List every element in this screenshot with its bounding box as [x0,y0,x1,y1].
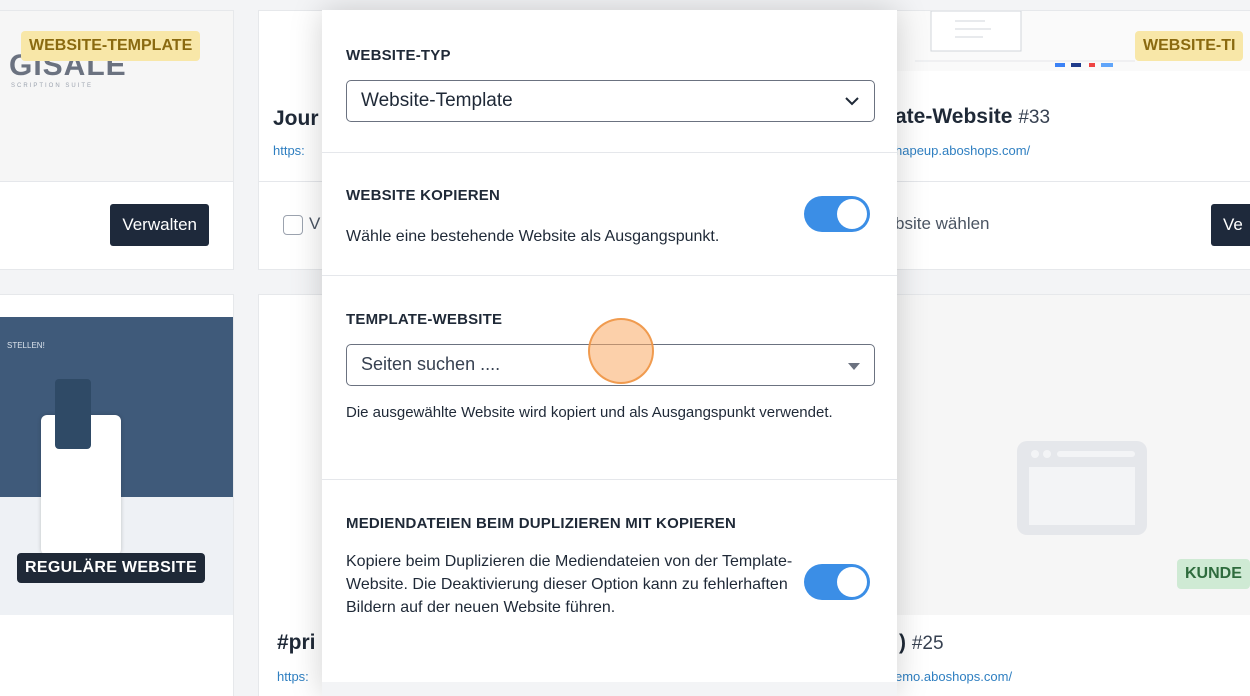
website-type-section: WEBSITE-TYP Website-Template [322,10,897,153]
copy-website-toggle[interactable] [804,196,870,232]
toggle-knob [837,199,867,229]
template-website-placeholder: Seiten suchen .... [361,354,501,374]
website-type-select[interactable]: Website-Template [346,80,875,122]
chevron-down-icon [845,97,859,106]
website-type-selected: Website-Template [361,90,513,111]
copy-media-description: Kopiere beim Duplizieren die Mediendatei… [346,553,793,616]
copy-website-section: WEBSITE KOPIEREN Wähle eine bestehende W… [322,153,897,276]
copy-media-section: MEDIENDATEIEN BEIM DUPLIZIEREN MIT KOPIE… [322,480,897,682]
copy-website-label: WEBSITE KOPIEREN [346,187,501,204]
caret-down-icon [848,363,860,370]
template-website-label: TEMPLATE-WEBSITE [346,311,503,328]
modal-footer [322,682,897,696]
page: GISALE SCRIPTION SUITE WEBSITE-TEMPLATE … [0,0,1250,696]
copy-media-toggle[interactable] [804,564,870,600]
click-indicator [588,318,654,384]
copy-media-label: MEDIENDATEIEN BEIM DUPLIZIEREN MIT KOPIE… [346,515,737,532]
copy-website-description: Wähle eine bestehende Website als Ausgan… [346,228,720,245]
template-website-help: Die ausgewählte Website wird kopiert und… [346,404,833,421]
toggle-knob [837,567,867,597]
website-type-label: WEBSITE-TYP [346,47,451,64]
